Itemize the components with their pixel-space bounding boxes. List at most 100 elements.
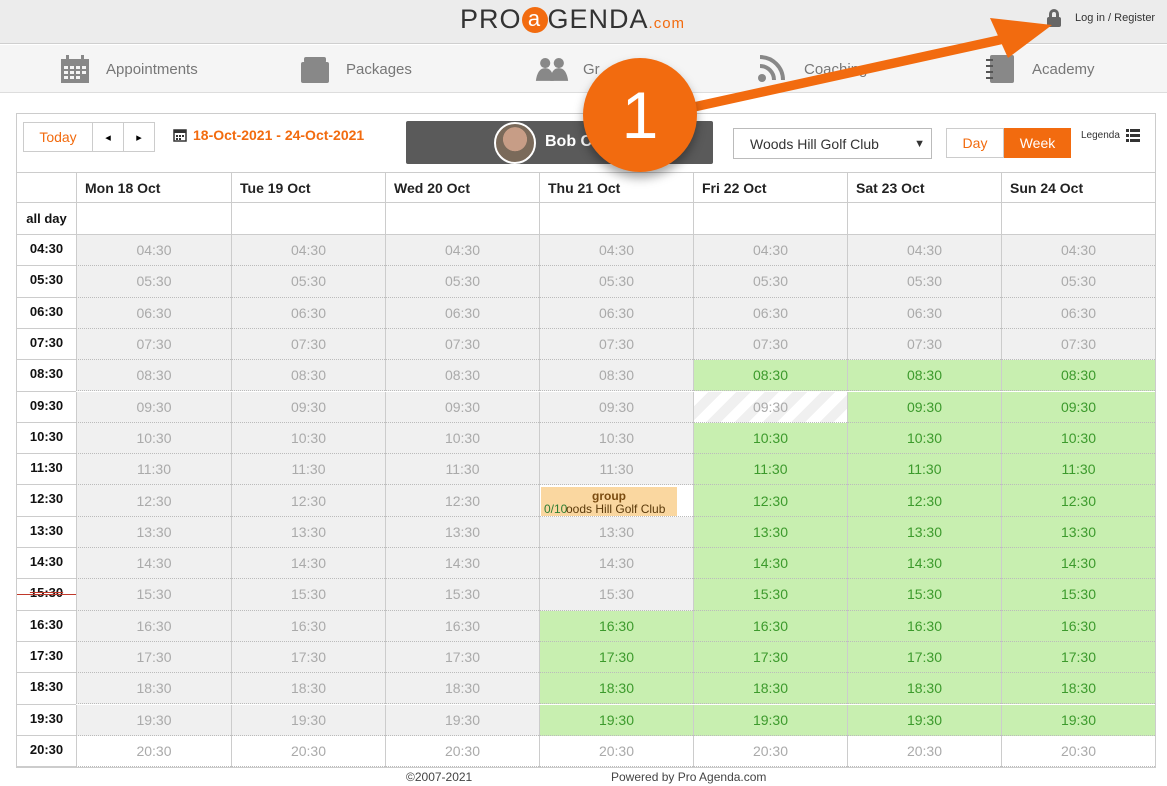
week-view-button[interactable]: Week <box>1004 128 1071 158</box>
time-slot[interactable]: 14:30 <box>231 548 385 580</box>
time-slot[interactable]: 08:30 <box>385 360 539 392</box>
time-slot[interactable]: 04:30 <box>76 235 231 267</box>
time-slot[interactable]: 09:30 <box>231 391 385 423</box>
time-slot[interactable]: 16:30 <box>76 610 231 642</box>
time-slot[interactable]: 19:30 <box>1001 704 1155 736</box>
all-day-cell[interactable] <box>539 203 693 235</box>
time-slot[interactable]: 18:30 <box>385 673 539 705</box>
time-slot[interactable]: 10:30 <box>693 422 847 455</box>
time-slot[interactable]: 08:30 <box>231 360 385 392</box>
time-slot[interactable]: 07:30 <box>847 328 1001 361</box>
time-slot[interactable]: 09:30 <box>385 391 539 423</box>
time-slot[interactable]: 17:30 <box>1001 641 1155 674</box>
time-slot[interactable]: 07:30 <box>231 328 385 361</box>
time-slot[interactable]: 12:30 <box>693 485 847 517</box>
time-slot[interactable]: 05:30 <box>385 266 539 298</box>
time-slot[interactable]: 13:30 <box>231 516 385 548</box>
nav-academy[interactable]: Academy <box>984 45 1095 93</box>
time-slot[interactable]: 16:30 <box>385 610 539 642</box>
time-slot[interactable]: 14:30 <box>76 548 231 580</box>
time-slot[interactable]: 17:30 <box>539 641 693 674</box>
time-slot[interactable]: 16:30 <box>693 610 847 642</box>
time-slot[interactable]: 13:30 <box>539 516 693 548</box>
time-slot[interactable]: 08:30 <box>76 360 231 392</box>
time-slot[interactable]: 20:30 <box>693 735 847 768</box>
time-slot[interactable]: 11:30 <box>539 454 693 486</box>
time-slot[interactable]: 08:30 <box>539 360 693 392</box>
all-day-cell[interactable] <box>847 203 1001 235</box>
time-slot[interactable]: 15:30 <box>231 579 385 611</box>
time-slot[interactable]: 13:30 <box>385 516 539 548</box>
time-slot[interactable]: 19:30 <box>693 704 847 736</box>
time-slot[interactable]: 11:30 <box>1001 454 1155 486</box>
time-slot[interactable]: 04:30 <box>385 235 539 267</box>
time-slot[interactable]: 13:30 <box>1001 516 1155 548</box>
time-slot[interactable]: 05:30 <box>1001 266 1155 298</box>
club-select[interactable]: Woods Hill Golf Club ▼ <box>733 128 932 159</box>
time-slot[interactable]: 17:30 <box>76 641 231 674</box>
time-slot[interactable]: 06:30 <box>1001 297 1155 329</box>
time-slot[interactable]: 11:30 <box>76 454 231 486</box>
time-slot[interactable]: 11:30 <box>231 454 385 486</box>
time-slot[interactable]: 17:30 <box>231 641 385 674</box>
group-event[interactable]: group 0/10 oods Hill Golf Club <box>541 487 677 516</box>
nav-appointments[interactable]: Appointments <box>58 45 198 93</box>
time-slot[interactable]: 14:30 <box>847 548 1001 580</box>
time-slot[interactable]: 15:30 <box>693 579 847 611</box>
time-slot[interactable]: 12:30 <box>1001 485 1155 517</box>
time-slot[interactable]: 05:30 <box>231 266 385 298</box>
time-slot[interactable]: 20:30 <box>847 735 1001 768</box>
time-slot[interactable]: 12:30 <box>76 485 231 517</box>
time-slot[interactable]: 18:30 <box>231 673 385 705</box>
time-slot[interactable]: 19:30 <box>76 704 231 736</box>
time-slot[interactable]: 13:30 <box>693 516 847 548</box>
time-slot[interactable]: 10:30 <box>385 422 539 455</box>
time-slot[interactable]: 07:30 <box>1001 328 1155 361</box>
time-slot[interactable]: 12:30 <box>847 485 1001 517</box>
time-slot[interactable]: 06:30 <box>539 297 693 329</box>
pro-agenda-logo[interactable]: PRO a GENDA.com <box>460 4 685 35</box>
time-slot[interactable]: 16:30 <box>539 610 693 642</box>
all-day-cell[interactable] <box>1001 203 1155 235</box>
time-slot[interactable]: 20:30 <box>385 735 539 768</box>
all-day-cell[interactable] <box>693 203 847 235</box>
time-slot[interactable]: 18:30 <box>693 673 847 705</box>
time-slot[interactable]: 05:30 <box>847 266 1001 298</box>
time-slot[interactable]: 10:30 <box>231 422 385 455</box>
time-slot[interactable]: 10:30 <box>847 422 1001 455</box>
all-day-cell[interactable] <box>385 203 539 235</box>
nav-packages[interactable]: Packages <box>298 45 412 93</box>
time-slot[interactable]: 07:30 <box>76 328 231 361</box>
time-slot[interactable]: 05:30 <box>76 266 231 298</box>
prev-week-button[interactable]: ◂ <box>92 122 124 152</box>
time-slot[interactable]: 05:30 <box>693 266 847 298</box>
time-slot[interactable]: 15:30 <box>76 579 231 611</box>
time-slot[interactable]: 06:30 <box>385 297 539 329</box>
time-slot[interactable]: 11:30 <box>847 454 1001 486</box>
legend-button[interactable]: Legenda <box>1081 129 1140 142</box>
time-slot[interactable]: 04:30 <box>539 235 693 267</box>
time-slot[interactable]: 15:30 <box>847 579 1001 611</box>
time-slot[interactable]: 20:30 <box>539 735 693 768</box>
time-slot[interactable]: 19:30 <box>231 704 385 736</box>
all-day-cell[interactable] <box>76 203 231 235</box>
login-register-link[interactable]: Log in / Register <box>1045 8 1155 28</box>
time-slot[interactable]: 20:30 <box>231 735 385 768</box>
nav-coaching[interactable]: Coaching <box>756 45 867 93</box>
time-slot[interactable]: 18:30 <box>539 673 693 705</box>
today-button[interactable]: Today <box>23 122 93 152</box>
time-slot[interactable]: 12:30 <box>231 485 385 517</box>
time-slot[interactable]: 10:30 <box>1001 422 1155 455</box>
time-slot[interactable]: 17:30 <box>847 641 1001 674</box>
time-slot[interactable]: 15:30 <box>539 579 693 611</box>
time-slot[interactable]: 04:30 <box>1001 235 1155 267</box>
time-slot[interactable]: 05:30 <box>539 266 693 298</box>
time-slot[interactable]: 09:30 <box>847 391 1001 423</box>
time-slot[interactable]: 07:30 <box>693 328 847 361</box>
login-register-label[interactable]: Log in / Register <box>1075 12 1155 24</box>
next-week-button[interactable]: ▸ <box>123 122 155 152</box>
day-view-button[interactable]: Day <box>946 128 1004 158</box>
all-day-cell[interactable] <box>231 203 385 235</box>
time-slot[interactable]: 14:30 <box>539 548 693 580</box>
time-slot[interactable]: 13:30 <box>76 516 231 548</box>
